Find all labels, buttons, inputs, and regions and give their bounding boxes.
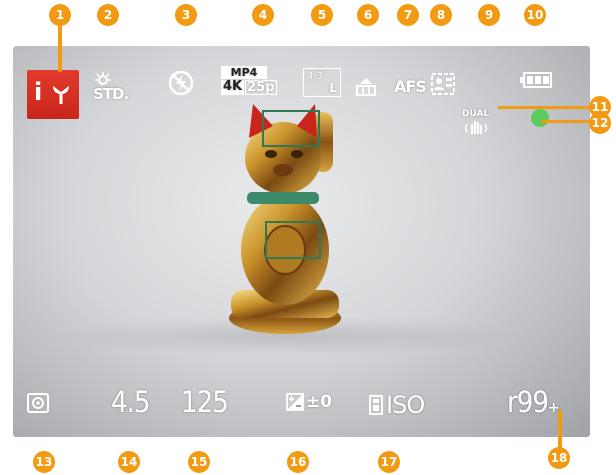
callout-11-leader — [498, 106, 590, 109]
callout-12: 12 — [589, 112, 611, 134]
callout-13: 13 — [33, 451, 55, 473]
photo-style[interactable]: STD. — [93, 72, 129, 103]
rec-framerate: 25p — [245, 80, 277, 95]
remaining-shots: r99+ — [507, 388, 560, 417]
face-focus-box — [262, 110, 320, 147]
metering-mode-icon[interactable] — [27, 393, 49, 413]
rec-format-label: MP4 — [221, 66, 267, 79]
flash-off-icon[interactable] — [168, 70, 194, 96]
callout-10: 10 — [524, 4, 546, 26]
callout-16: 16 — [287, 451, 309, 473]
sun-style-icon — [95, 72, 111, 85]
callout-12-leader — [541, 120, 591, 123]
iso-label: ISO — [386, 391, 425, 419]
rec-quality[interactable]: MP4 4K 25p — [221, 66, 277, 95]
callout-15: 15 — [188, 451, 210, 473]
iso-setting[interactable]: ISO — [369, 391, 425, 419]
camera-lcd-screen: i STD. MP4 4K 25p 4:3 L AFS DUAL 4.5 125… — [13, 46, 590, 437]
callout-3: 3 — [175, 4, 197, 26]
iso-auto-icon — [369, 395, 383, 415]
callout-7: 7 — [397, 4, 419, 26]
callout-1: 1 — [49, 4, 71, 26]
callout-8: 8 — [430, 4, 452, 26]
callout-18: 18 — [548, 447, 570, 469]
focus-mode[interactable]: AFS — [394, 79, 427, 95]
callout-18-leader — [558, 410, 562, 448]
callout-4: 4 — [252, 4, 274, 26]
body-focus-box — [265, 221, 321, 259]
shutter-speed-value[interactable]: 125 — [181, 388, 229, 417]
face-detection-icon[interactable] — [431, 72, 455, 96]
exposure-comp-icon — [286, 393, 304, 411]
callout-5: 5 — [311, 4, 333, 26]
stabilizer-indicator[interactable]: DUAL — [462, 110, 489, 138]
flower-icon — [53, 86, 69, 104]
mode-glyph: i — [34, 78, 43, 106]
aperture-value[interactable]: 4.5 — [111, 388, 150, 417]
callout-9: 9 — [478, 4, 500, 26]
callout-17: 17 — [378, 451, 400, 473]
aspect-size[interactable]: 4:3 L — [303, 68, 341, 97]
rec-resolution: 4K — [221, 79, 245, 95]
aspect-ratio: 4:3 — [307, 71, 324, 82]
quality-icon[interactable] — [354, 77, 378, 97]
callout-2: 2 — [97, 4, 119, 26]
photo-style-label: STD. — [93, 85, 129, 103]
callout-14: 14 — [118, 451, 140, 473]
callout-6: 6 — [357, 4, 379, 26]
intelligent-auto-mode-icon[interactable]: i — [27, 70, 79, 119]
callout-1-leader — [58, 24, 62, 72]
focus-indicator — [531, 109, 549, 127]
picture-size: L — [329, 81, 337, 95]
exposure-comp-value: ±0 — [306, 391, 333, 412]
exposure-compensation[interactable]: ±0 — [286, 393, 332, 411]
stabilizer-label: DUAL — [462, 109, 490, 119]
battery-full-icon — [520, 72, 552, 88]
remaining-shots-value: r99 — [507, 385, 549, 419]
stabilizer-hand-icon — [464, 120, 487, 135]
